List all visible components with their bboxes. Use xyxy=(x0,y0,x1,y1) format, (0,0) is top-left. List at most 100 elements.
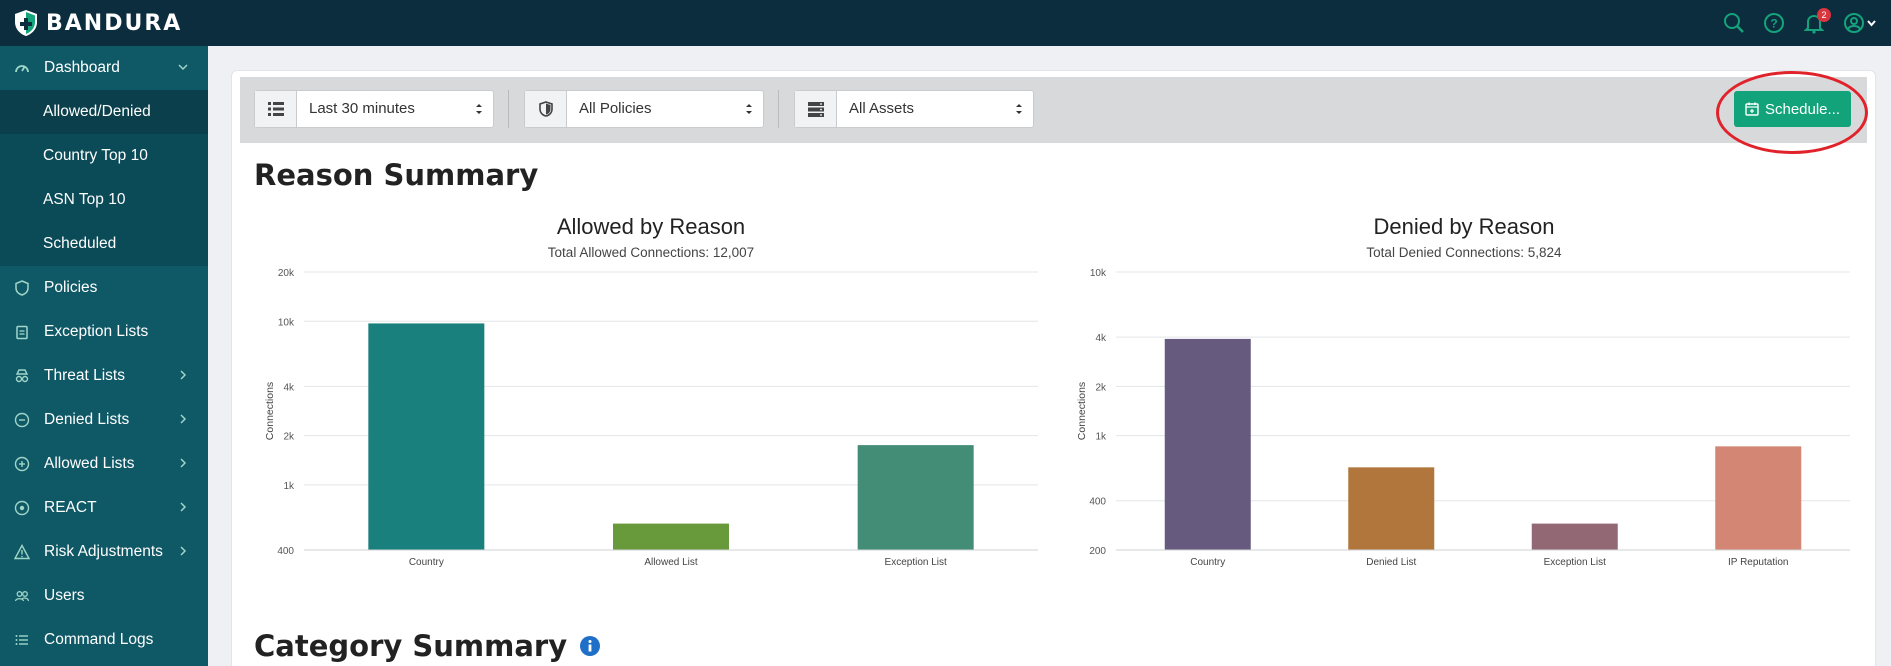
sidebar-item-react[interactable]: REACT xyxy=(0,486,208,530)
sidebar-item-label: Dashboard xyxy=(44,59,120,76)
sidebar-item-label: Allowed Lists xyxy=(44,455,135,472)
sidebar-item-label: Denied Lists xyxy=(44,411,130,428)
y-tick-label: 200 xyxy=(1089,546,1106,557)
y-tick-label: 4k xyxy=(1095,333,1107,344)
spy-icon xyxy=(15,369,29,383)
sidebar-item-command-logs[interactable]: Command Logs xyxy=(0,618,208,662)
filter-bar: Last 30 minutes All Policies All Assets xyxy=(240,77,1867,143)
sidebar-item-label: REACT xyxy=(44,499,97,516)
warning-icon xyxy=(14,544,30,560)
brand-logo[interactable]: BANDURA xyxy=(14,9,182,37)
user-icon[interactable] xyxy=(1843,12,1877,34)
chevron-down-icon xyxy=(178,64,188,71)
y-tick-label: 2k xyxy=(1095,382,1107,393)
select-caret-icon xyxy=(476,104,482,114)
y-tick-label: 10k xyxy=(1090,268,1107,279)
denied-by-reason-chart: 200 400 1k 2k 4k 10k Connections Country Denied … xyxy=(1076,268,1850,568)
users-icon xyxy=(14,591,30,602)
x-tick-label: IP Reputation xyxy=(1728,557,1788,568)
x-tick-label: Exception List xyxy=(885,557,947,568)
chevron-right-icon xyxy=(180,502,187,512)
time-range-value: Last 30 minutes xyxy=(309,100,415,117)
assets-select[interactable]: All Assets xyxy=(794,90,1034,128)
chevron-right-icon xyxy=(180,370,187,380)
notification-badge: 2 xyxy=(1817,8,1831,22)
sidebar-item-label: Users xyxy=(44,587,85,604)
sidebar-item-denied-lists[interactable]: Denied Lists xyxy=(0,398,208,442)
sidebar-item-label: Scheduled xyxy=(43,235,117,252)
category-summary-title: Category Summary xyxy=(254,629,568,663)
sidebar-item-label: Policies xyxy=(44,279,98,296)
category-summary-heading: Category Summary xyxy=(254,629,601,663)
sidebar-item-threat-lists[interactable]: Threat Lists xyxy=(0,354,208,398)
bar xyxy=(1164,338,1251,550)
sidebar-item-risk-adjustments[interactable]: Risk Adjustments xyxy=(0,530,208,574)
y-tick-label: 10k xyxy=(278,317,295,328)
sidebar-item-asn-top-10[interactable]: ASN Top 10 xyxy=(0,178,208,222)
policy-select[interactable]: All Policies xyxy=(524,90,764,128)
clipboard-icon xyxy=(16,325,28,340)
chevron-right-icon xyxy=(180,546,187,556)
shield-icon xyxy=(15,280,29,296)
bar xyxy=(1715,446,1802,550)
react-icon xyxy=(14,500,30,516)
reason-summary-title: Reason Summary xyxy=(254,158,539,192)
select-caret-icon xyxy=(746,104,752,114)
bar xyxy=(1348,467,1435,550)
sidebar-item-scheduled[interactable]: Scheduled xyxy=(0,222,208,266)
sidebar-item-exception-lists[interactable]: Exception Lists xyxy=(0,310,208,354)
y-tick-label: 2k xyxy=(283,432,295,443)
allowed-by-reason-chart: 400 1k 2k 4k 10k 20k Connections Country Allowed… xyxy=(264,268,1038,568)
sidebar-item-allowed-lists[interactable]: Allowed Lists xyxy=(0,442,208,486)
sidebar-item-users[interactable]: Users xyxy=(0,574,208,618)
sidebar-item-country-top-10[interactable]: Country Top 10 xyxy=(0,134,208,178)
search-icon[interactable] xyxy=(1723,12,1745,34)
y-tick-label: 400 xyxy=(277,546,294,557)
filter-divider xyxy=(778,90,779,128)
sidebar-item-label: Command Logs xyxy=(44,631,154,648)
y-axis-label: Connections xyxy=(264,382,276,440)
y-tick-label: 4k xyxy=(283,382,295,393)
sidebar-item-label: Risk Adjustments xyxy=(44,543,163,560)
select-caret-icon xyxy=(1016,104,1022,114)
bar xyxy=(613,523,729,550)
sidebar-item-label: Threat Lists xyxy=(44,367,125,384)
svg-text:?: ? xyxy=(1770,17,1777,31)
help-icon[interactable]: ? xyxy=(1763,12,1785,34)
bell-icon[interactable]: 2 xyxy=(1803,8,1831,34)
y-axis-label: Connections xyxy=(1076,382,1088,440)
x-tick-label: Country xyxy=(1190,557,1225,568)
y-tick-label: 1k xyxy=(1095,432,1107,443)
sidebar-item-allowed-denied[interactable]: Allowed/Denied xyxy=(0,90,208,134)
sidebar-item-label: Country Top 10 xyxy=(43,147,148,164)
policy-value: All Policies xyxy=(579,100,652,117)
info-icon[interactable] xyxy=(579,635,601,657)
time-range-select[interactable]: Last 30 minutes xyxy=(254,90,494,128)
x-tick-label: Country xyxy=(409,557,444,568)
list-icon xyxy=(15,635,28,645)
denied-chart-title: Denied by Reason xyxy=(1373,214,1555,239)
sidebar-item-dashboard[interactable]: Dashboard xyxy=(0,46,208,90)
shield-icon xyxy=(525,91,567,127)
plus-circle-icon xyxy=(14,456,30,472)
minus-circle-icon xyxy=(14,412,30,428)
server-icon xyxy=(795,91,837,127)
x-tick-label: Denied List xyxy=(1366,557,1416,568)
filter-divider xyxy=(508,90,509,128)
sidebar-item-label: Exception Lists xyxy=(44,323,149,340)
sidebar: Dashboard Allowed/Denied Country Top 10 … xyxy=(0,46,208,666)
y-tick-label: 400 xyxy=(1089,497,1106,508)
y-tick-label: 1k xyxy=(283,481,295,492)
sidebar-item-policies[interactable]: Policies xyxy=(0,266,208,310)
denied-chart-subtitle: Total Denied Connections: 5,824 xyxy=(1366,245,1562,260)
x-tick-label: Allowed List xyxy=(644,557,698,568)
x-tick-label: Exception List xyxy=(1544,557,1606,568)
allowed-chart-title: Allowed by Reason xyxy=(556,214,746,239)
highlight-annotation xyxy=(1716,71,1868,154)
bar xyxy=(368,323,485,550)
brand-name: BANDURA xyxy=(46,10,183,36)
top-bar: BANDURA ? 2 xyxy=(0,0,1891,46)
bar xyxy=(857,445,974,550)
chevron-right-icon xyxy=(180,414,187,424)
bar xyxy=(1531,523,1618,550)
